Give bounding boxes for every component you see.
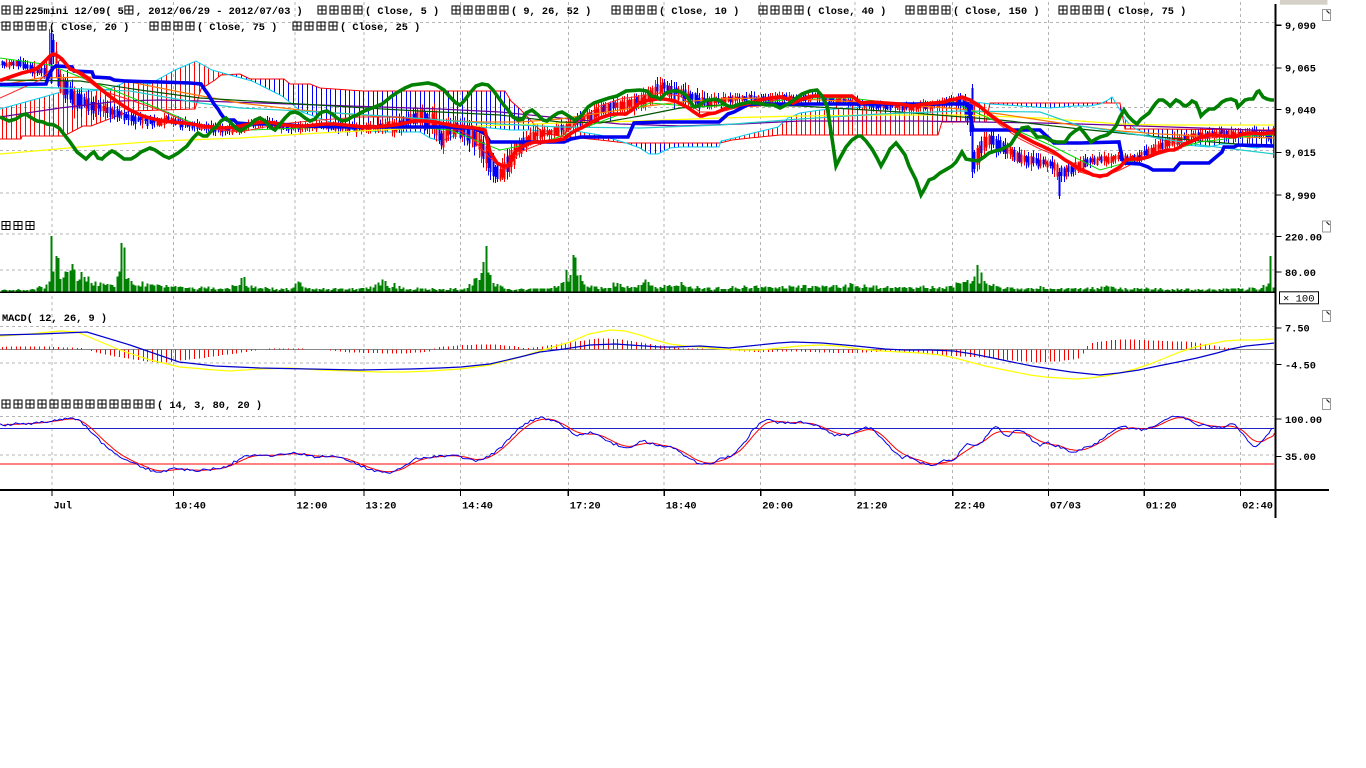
svg-text:( Close, 20 ): ( Close, 20 ) [49,22,129,34]
svg-text:100.00: 100.00 [1285,415,1322,427]
svg-text:-4.50: -4.50 [1285,360,1316,372]
svg-text:10:40: 10:40 [175,501,206,513]
svg-text:22:40: 22:40 [954,501,985,513]
svg-text:80.00: 80.00 [1285,268,1316,280]
svg-text:02:40: 02:40 [1242,501,1273,513]
svg-text:220.00: 220.00 [1285,232,1322,244]
svg-text:9,015: 9,015 [1285,148,1316,160]
svg-text:Jul: Jul [54,501,73,513]
svg-text:( 9, 26, 52 ): ( 9, 26, 52 ) [511,6,591,18]
svg-text:, 2012/06/29 - 2012/07/03 ): , 2012/06/29 - 2012/07/03 ) [136,6,303,18]
svg-text:14:40: 14:40 [462,501,493,513]
svg-text:01:20: 01:20 [1146,501,1177,513]
svg-text:( Close, 25 ): ( Close, 25 ) [340,22,420,34]
svg-text:9,040: 9,040 [1285,105,1316,117]
svg-text:7.50: 7.50 [1285,324,1310,336]
svg-text:8,990: 8,990 [1285,191,1316,203]
svg-text:9,090: 9,090 [1285,21,1316,33]
svg-text:9,065: 9,065 [1285,64,1316,76]
svg-text:35.00: 35.00 [1285,452,1316,464]
svg-text:MACD( 12, 26, 9 ): MACD( 12, 26, 9 ) [2,313,107,325]
svg-text:18:40: 18:40 [666,501,697,513]
svg-text:( 14, 3, 80, 20 ): ( 14, 3, 80, 20 ) [157,400,262,412]
svg-text:( Close, 5 ): ( Close, 5 ) [365,6,439,18]
svg-text:( Close, 75 ): ( Close, 75 ) [197,22,277,34]
svg-text:07/03: 07/03 [1050,501,1081,513]
svg-text:21:20: 21:20 [857,501,888,513]
svg-text:× 100: × 100 [1283,294,1315,306]
svg-text:( Close, 75 ): ( Close, 75 ) [1106,6,1186,18]
svg-text:17:20: 17:20 [570,501,601,513]
svg-text:225mini 12/09( 5: 225mini 12/09( 5 [25,6,124,18]
svg-text:( Close, 10 ): ( Close, 10 ) [659,6,739,18]
svg-text:12:00: 12:00 [297,501,328,513]
svg-text:20:00: 20:00 [762,501,793,513]
svg-text:13:20: 13:20 [366,501,397,513]
svg-text:( Close, 40 ): ( Close, 40 ) [806,6,886,18]
svg-text:( Close, 150 ): ( Close, 150 ) [953,6,1040,18]
